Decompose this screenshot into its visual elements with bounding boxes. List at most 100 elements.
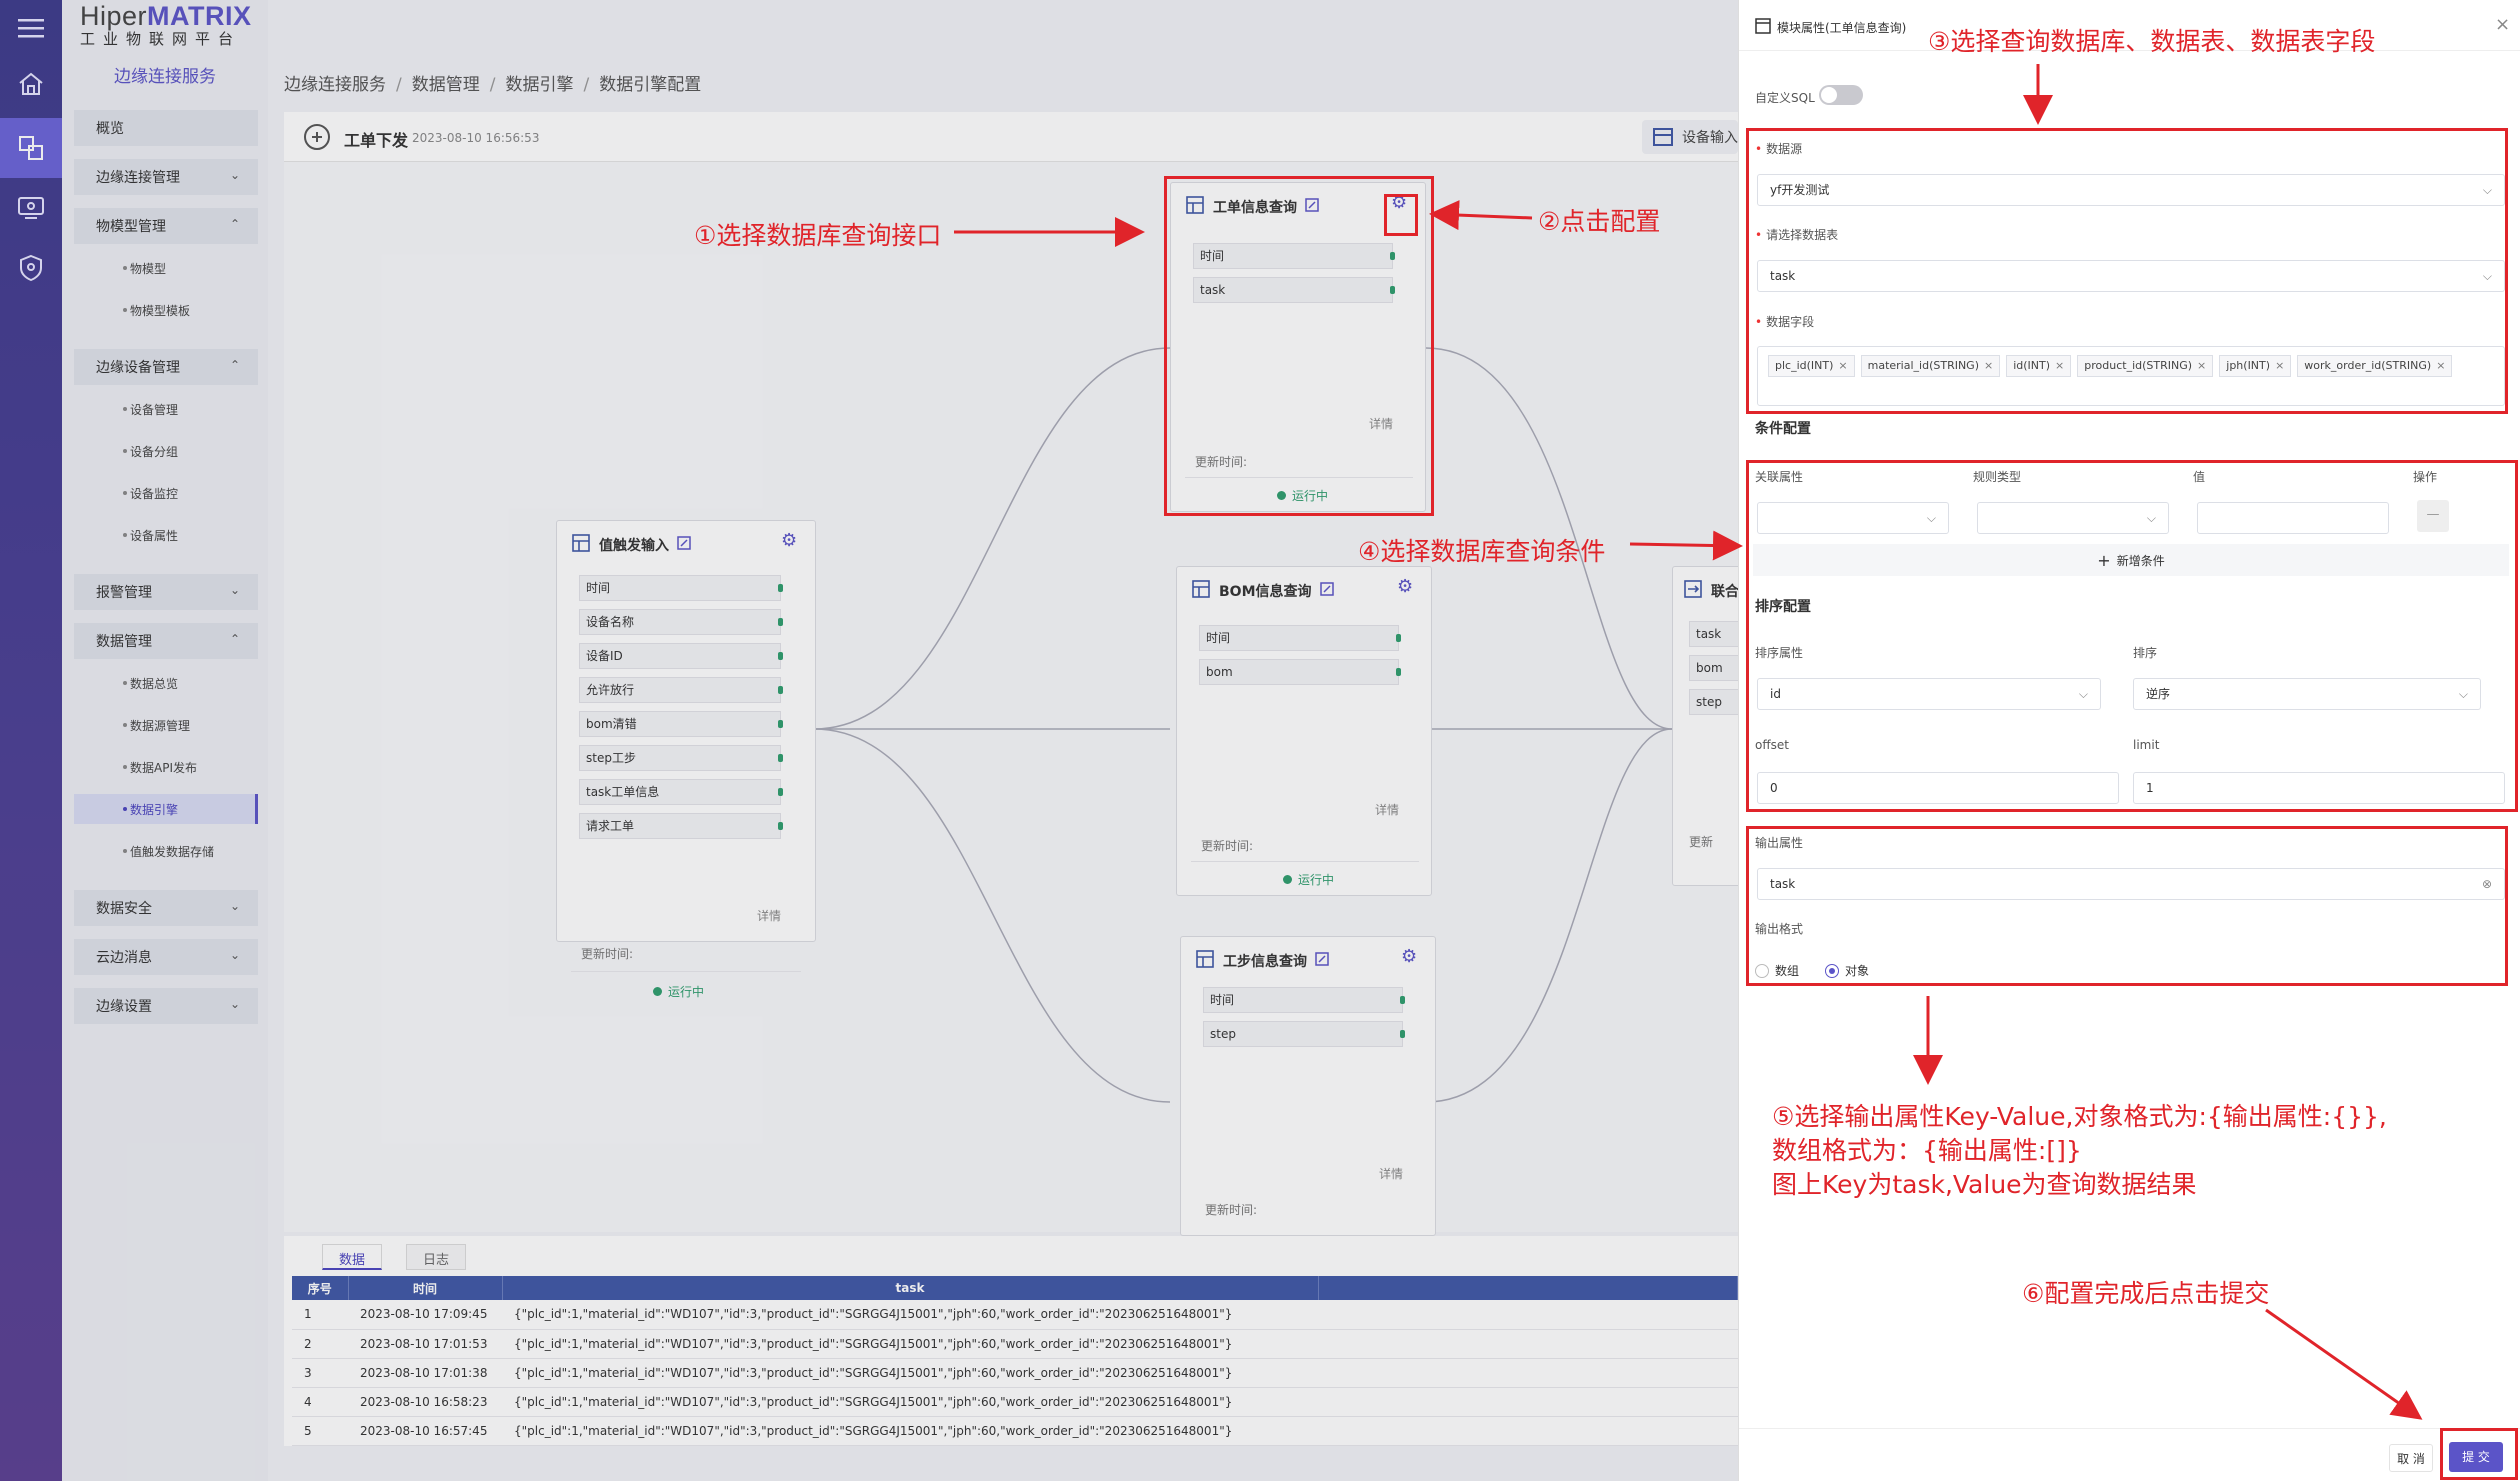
close-icon[interactable]: × [2495,14,2510,35]
sidebar-menu-item[interactable]: 边缘设置 ⌄ [74,988,258,1024]
node-field: 时间 [1193,243,1395,269]
table-cell: {"plc_id":1,"material_id":"WD107","id":3… [502,1387,1318,1417]
device-input-label: 设备输入 [1682,130,1738,146]
offset-label: offset [1755,738,1789,752]
node-type-icon [1185,195,1205,219]
field-tag[interactable]: jph(INT) × [2219,355,2292,377]
radio-array[interactable]: 数组 [1755,962,1799,979]
sidebar-subitem[interactable]: 数据源管理 [74,710,258,740]
sidebar-subitem[interactable]: 物模型 [74,253,258,283]
properties-drawer: 模块属性(工单信息查询) × 自定义SQL 数据源 yf开发测试⌵ 请选择数据表… [1738,0,2520,1481]
remove-tag-icon[interactable]: × [2275,359,2284,372]
sidebar-subitem[interactable]: 设备监控 [74,478,258,508]
add-condition-button[interactable]: + 新增条件 [1753,544,2509,576]
edit-icon[interactable] [1305,198,1319,216]
gear-icon[interactable]: ⚙ [781,531,801,551]
tab-log[interactable]: 日志 [406,1244,467,1270]
remove-tag-icon[interactable]: × [2197,359,2206,372]
sidebar-subitem[interactable]: 设备属性 [74,520,258,550]
field-tag[interactable]: material_id(STRING) × [1860,355,2001,377]
remove-tag-icon[interactable]: × [2436,359,2445,372]
datasource-select[interactable]: yf开发测试 ⌵ [1757,174,2505,206]
breadcrumb-item[interactable]: 数据管理 [412,75,480,95]
radio-object[interactable]: 对象 [1825,962,1869,979]
sidebar-menu-item[interactable]: 概览 [74,110,258,146]
edit-icon[interactable] [1315,952,1329,970]
remove-tag-icon[interactable]: × [2055,359,2064,372]
edit-icon[interactable] [677,536,691,554]
node-trigger-input[interactable]: 值触发输入 ⚙ 时间 设备名称 设备ID 允许放行 bom清错 step工步 task工单信… [556,520,816,999]
table-row: 3 2023-08-10 17:01:38 {"plc_id":1,"materia… [292,1358,1738,1388]
condition-rule-select[interactable]: ⌵ [1977,502,2169,534]
sidebar: HiperMATRIX 工业物联网平台 边缘连接服务 概览 边缘连接管理 ⌄ 物模型管… [62,0,268,1481]
condition-value-input[interactable] [2197,502,2389,534]
sort-attr-select[interactable]: id ⌵ [1757,678,2101,710]
column-header: task [502,1276,1319,1300]
table-row: 1 2023-08-10 17:09:45 {"plc_id":1,"materia… [292,1300,1738,1330]
sidebar-menu-item[interactable]: 边缘连接管理 ⌄ [74,159,258,195]
sidebar-menu-item[interactable]: 云边消息 ⌄ [74,939,258,975]
sidebar-subitem[interactable]: 物模型模板 [74,295,258,325]
sidebar-subitem[interactable]: 值触发数据存储 [74,836,258,866]
node-field: step工步 [579,745,783,771]
sidebar-menu-item[interactable]: 报警管理 ⌄ [74,574,258,610]
shield-icon[interactable] [0,240,62,296]
sidebar-subitem[interactable]: 数据引擎 [74,794,258,824]
gear-icon[interactable]: ⚙ [1397,577,1417,597]
node-bom-query[interactable]: BOM信息查询 ⚙ 时间 bom 详情 更新时间: 运行中 [1176,566,1432,896]
sort-order-select[interactable]: 逆序 ⌵ [2133,678,2481,710]
home-icon[interactable] [0,56,62,112]
sidebar-menu-item[interactable]: 物模型管理 ⌃ [74,208,258,244]
breadcrumb-item[interactable]: 边缘连接服务 [284,75,386,95]
field-tag[interactable]: plc_id(INT) × [1768,355,1855,377]
output-attr-input[interactable]: task ⊗ [1757,868,2505,900]
condition-attr-select[interactable]: ⌵ [1757,502,1949,534]
sidebar-subitem[interactable]: 设备管理 [74,394,258,424]
node-step-query[interactable]: 工步信息查询 ⚙ 时间 step 详情 更新时间: [1180,936,1436,1236]
sidebar-subitem[interactable]: 数据API发布 [74,752,258,782]
logo-subtitle: 工业物联网平台 [80,30,242,48]
field-tag[interactable]: work_order_id(STRING) × [2297,355,2453,377]
chevron-down-icon: ⌵ [2482,269,2492,283]
remove-condition-button[interactable]: — [2417,500,2449,532]
detail-link[interactable]: 详情 [757,907,781,924]
field-tag[interactable]: id(INT) × [2006,355,2072,377]
breadcrumb-item[interactable]: 数据引擎 [505,75,573,95]
node-title: 值触发输入 [599,538,669,554]
gear-icon[interactable]: ⚙ [1401,947,1421,967]
sidebar-subitem[interactable]: 数据总览 [74,668,258,698]
cancel-button[interactable]: 取 消 [2389,1444,2433,1472]
remove-tag-icon[interactable]: × [1838,359,1847,372]
submit-button[interactable]: 提 交 [2449,1442,2503,1472]
sidebar-menu-item[interactable]: 数据安全 ⌄ [74,890,258,926]
tab-data[interactable]: 数据 [322,1244,383,1270]
offset-input[interactable]: 0 [1757,772,2119,804]
sidebar-subitem[interactable]: 设备分组 [74,436,258,466]
node-workorder-query[interactable]: 工单信息查询 ⚙ 时间 task 详情 更新时间: 运行中 [1170,182,1426,512]
monitor-icon[interactable] [0,180,62,236]
table-select[interactable]: task ⌵ [1757,260,2505,292]
table-cell: 2023-08-10 16:58:23 [348,1387,502,1417]
detail-link[interactable]: 详情 [1369,415,1393,432]
detail-link[interactable]: 详情 [1379,1165,1403,1182]
table-row: 5 2023-08-10 16:57:45 {"plc_id":1,"materia… [292,1416,1738,1446]
limit-input[interactable]: 1 [2133,772,2505,804]
detail-link[interactable]: 详情 [1375,801,1399,818]
field-tag[interactable]: product_id(STRING) × [2077,355,2214,377]
flow-canvas[interactable]: 值触发输入 ⚙ 时间 设备名称 设备ID 允许放行 bom清错 step工步 task工单信… [284,162,1762,1236]
device-input-button[interactable]: 设备输入 [1642,120,1738,154]
annotation-step2: ②点击配置 [1538,207,1661,236]
custom-sql-toggle[interactable] [1819,85,1863,105]
menu-icon[interactable] [0,0,62,56]
chevron-down-icon: ⌵ [2146,511,2156,525]
fields-multiselect[interactable]: plc_id(INT) × material_id(STRING) × id(INT) ×… [1757,346,2505,406]
chevron-icon: ⌃ [229,217,240,231]
sidebar-menu-item[interactable]: 边缘设备管理 ⌃ [74,349,258,385]
chevron-icon: ⌃ [229,632,240,646]
sidebar-menu-item[interactable]: 数据管理 ⌃ [74,623,258,659]
edit-icon[interactable] [1319,582,1334,600]
gear-icon[interactable]: ⚙ [1391,193,1411,213]
flow-icon[interactable] [0,118,62,178]
chevron-down-icon: ⌵ [1926,511,1936,525]
remove-tag-icon[interactable]: × [1984,359,1993,372]
